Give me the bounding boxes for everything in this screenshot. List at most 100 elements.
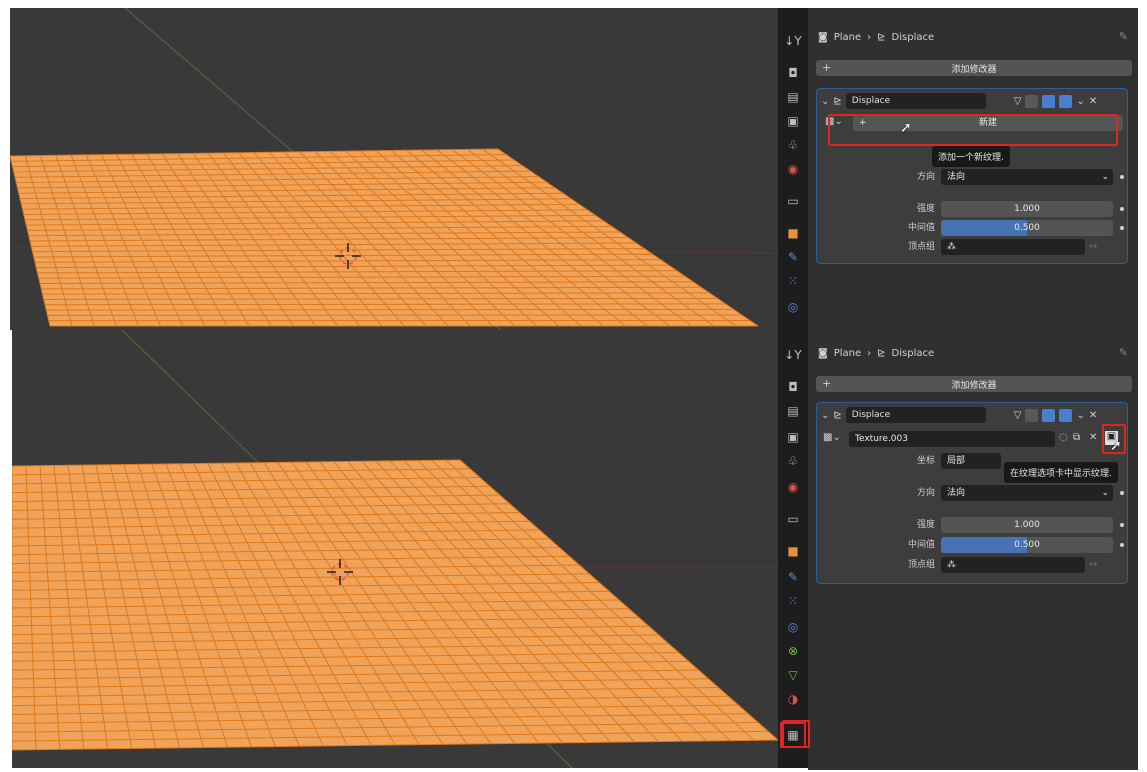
viewport-bottom[interactable] [12,330,778,768]
modifier-name-field[interactable]: Displace [845,93,986,109]
collapse-chevron-icon[interactable]: ⌄ [821,410,829,421]
view-layer-icon[interactable]: ▣ [784,112,802,130]
view-layer-icon[interactable]: ▣ [784,428,802,446]
editmode-toggle-icon[interactable] [1025,94,1039,108]
particles-icon[interactable]: ⁙ [784,272,802,290]
breadcrumb-separator: › [867,347,872,359]
keyframe-dot-icon[interactable] [1120,543,1124,547]
vertex-group-row: 顶点组 ⁂ ↔ [817,557,1127,574]
physics-icon[interactable]: ◎ [784,298,802,316]
displace-icon: ⊵ [833,409,842,421]
pin-icon[interactable]: ✎ [1119,30,1128,43]
keyframe-dot-icon[interactable] [1120,523,1124,527]
output-icon[interactable]: ▤ [784,88,802,106]
object-icon[interactable]: ■ [784,224,802,242]
delete-x-icon[interactable]: ✕ [1089,410,1097,421]
data-icon[interactable]: ▽ [784,666,802,684]
direction-row: 方向 法向 ⌄ [817,485,1127,502]
midlevel-slider[interactable]: 0.500 [941,537,1113,553]
on-cage-icon[interactable]: ▽ [1014,410,1022,421]
midlevel-value: 0.500 [1014,223,1040,233]
direction-select[interactable]: 法向 ⌄ [941,485,1113,501]
direction-row: 方向 法向 ⌄ [817,169,1127,186]
viewport-toggle-icon[interactable] [1042,94,1056,108]
object-icon: ◙ [818,31,828,43]
properties-tabs-bottom: ↓Y ◘ ▤ ▣ ♧ ◉ ▭ ■ ✎ ⁙ ◎ ⊗ ▽ ◑ ▦ [778,330,808,768]
midlevel-label: 中间值 [907,540,935,550]
render-toggle-icon[interactable] [1059,94,1073,108]
vertex-group-field[interactable]: ⁂ [941,557,1085,573]
scene-icon[interactable]: ♧ [784,452,802,470]
chevron-down-icon: ⌄ [1101,488,1109,498]
coords-select[interactable]: 局部 [941,453,1001,469]
scene-icon[interactable]: ♧ [784,136,802,154]
modifier-name-field[interactable]: Displace [845,407,986,423]
coords-label: 坐标 [916,456,935,466]
plane-mesh-bottom [12,330,778,768]
constraints-icon[interactable]: ⊗ [784,642,802,660]
add-modifier-button[interactable]: + 添加修改器 [816,376,1132,392]
tooltip: 在纹理选项卡中显示纹理. [1004,462,1118,483]
render-toggle-icon[interactable] [1059,408,1073,422]
object-icon: ◙ [818,347,828,359]
midlevel-slider[interactable]: 0.500 [941,220,1113,236]
delete-x-icon[interactable]: ✕ [1089,96,1097,107]
on-cage-icon[interactable]: ▽ [1014,96,1022,107]
collapse-chevron-icon[interactable]: ⌄ [821,96,829,107]
invert-icon[interactable]: ↔ [1089,241,1097,252]
plus-icon: + [822,61,832,74]
tool-icon[interactable]: ↓Y [784,32,802,50]
direction-label: 方向 [916,488,935,498]
midlevel-row: 中间值 0.500 [817,537,1127,554]
viewport-toggle-icon[interactable] [1042,408,1056,422]
collection-icon[interactable]: ▭ [784,192,802,210]
properties-panel-bottom: ◙ Plane › ⊵ Displace ✎ + 添加修改器 ⌄ ⊵ Displ… [808,330,1138,770]
dropdown-icon[interactable]: ⌄ [1076,96,1084,107]
unlink-x-icon[interactable]: ✕ [1089,432,1097,443]
midlevel-label: 中间值 [907,223,935,233]
keyframe-dot-icon[interactable] [1120,175,1124,179]
particles-icon[interactable]: ⁙ [784,592,802,610]
material-icon[interactable]: ◑ [784,690,802,708]
invert-icon[interactable]: ↔ [1089,559,1097,570]
modifier-header: ⌄ ⊵ Displace ▽ ⌄ ✕ [821,93,1123,109]
direction-value: 法向 [947,172,966,182]
keyframe-dot-icon[interactable] [1120,491,1124,495]
breadcrumb-object: Plane [833,31,862,43]
fake-user-shield-icon[interactable]: ◌ [1059,432,1068,443]
viewport-top[interactable] [10,8,778,330]
strength-row: 强度 1.000 [817,201,1127,218]
world-icon[interactable]: ◉ [784,160,802,178]
strength-row: 强度 1.000 [817,517,1127,534]
add-modifier-button[interactable]: + 添加修改器 [816,60,1132,76]
pin-icon[interactable]: ✎ [1119,346,1128,359]
breadcrumb-separator: › [867,31,872,43]
vertex-group-field[interactable]: ⁂ [941,239,1085,255]
editmode-toggle-icon[interactable] [1025,408,1039,422]
texture-name-field[interactable]: Texture.003 [849,431,1055,447]
keyframe-dot-icon[interactable] [1120,226,1124,230]
collection-icon[interactable]: ▭ [784,510,802,528]
render-icon[interactable]: ◘ [784,64,802,82]
tool-icon[interactable]: ↓Y [784,346,802,364]
direction-select[interactable]: 法向 ⌄ [941,169,1113,185]
vertex-group-icon: ⁂ [947,560,956,570]
vertex-group-icon: ⁂ [947,242,956,252]
texture-checker-icon[interactable]: ▩⌄ [823,432,841,443]
duplicate-icon[interactable]: ⧉ [1073,432,1080,443]
output-icon[interactable]: ▤ [784,402,802,420]
physics-icon[interactable]: ◎ [784,618,802,636]
mesh-face [12,460,778,750]
object-icon[interactable]: ■ [784,542,802,560]
modifier-wrench-icon[interactable]: ✎ [784,568,802,586]
render-icon[interactable]: ◘ [784,378,802,396]
direction-value: 法向 [947,488,966,498]
displace-icon: ⊵ [833,95,842,107]
strength-field[interactable]: 1.000 [941,517,1113,533]
dropdown-icon[interactable]: ⌄ [1076,410,1084,421]
modifier-wrench-icon[interactable]: ✎ [784,248,802,266]
world-icon[interactable]: ◉ [784,478,802,496]
strength-field[interactable]: 1.000 [941,201,1113,217]
keyframe-dot-icon[interactable] [1120,207,1124,211]
plus-icon: + [822,377,832,390]
